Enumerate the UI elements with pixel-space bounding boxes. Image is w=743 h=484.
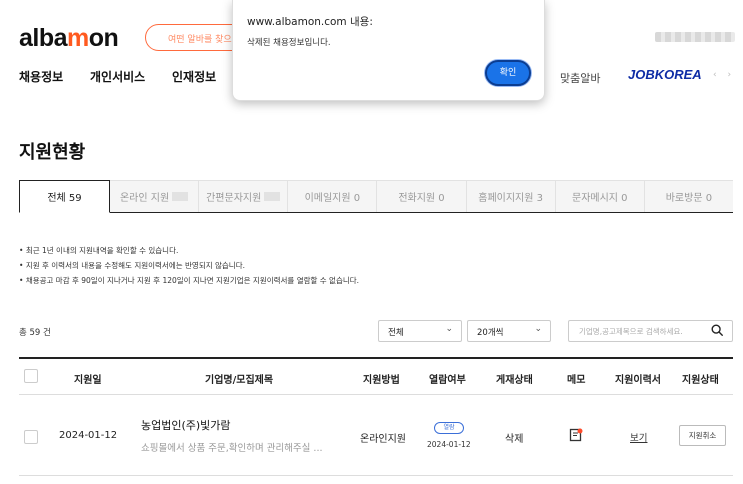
notice-item: 지원 후 이력서의 내용을 수정해도 지원이력서에는 반영되지 않습니다.	[19, 258, 359, 273]
alert-dialog: www.albamon.com 내용: 삭제된 채용정보입니다. 확인	[232, 0, 545, 101]
header-company: 기업명/모집제목	[205, 375, 274, 386]
tab-label: 간편문자지원	[206, 193, 262, 204]
tab-all[interactable]: 전체 59	[19, 180, 110, 213]
tab-email[interactable]: 이메일지원 0	[288, 180, 378, 212]
notice-list: 최근 1년 이내의 지원내역을 확인할 수 있습니다. 지원 후 이력서의 내용…	[19, 243, 359, 288]
tab-label: 전화지원 0	[398, 193, 445, 204]
memo-icon[interactable]	[569, 428, 583, 442]
tab-visit[interactable]: 바로방문 0	[644, 180, 733, 212]
search-icon[interactable]	[710, 323, 724, 337]
jobkorea-logo[interactable]: JOBKOREA	[628, 67, 702, 82]
table-header: 지원일 기업명/모집제목 지원방법 열람여부 게재상태 메모 지원이력서 지원상…	[19, 357, 733, 395]
nav-personal-services[interactable]: 개인서비스	[90, 68, 145, 85]
dialog-ok-button[interactable]: 확인	[485, 60, 531, 86]
header-date: 지원일	[74, 375, 102, 386]
tab-phone[interactable]: 전화지원 0	[377, 180, 467, 212]
posting-status: 삭제	[505, 434, 524, 445]
page-size-selected-value: 20개씩	[477, 328, 504, 338]
header-posting-status: 게재상태	[496, 375, 533, 386]
tab-label: 전체 59	[47, 193, 82, 204]
carousel-arrows-icon[interactable]: ‹ ›	[713, 70, 735, 80]
select-all-checkbox[interactable]	[24, 369, 38, 383]
dialog-title: www.albamon.com 내용:	[247, 16, 373, 28]
header-memo: 메모	[567, 375, 586, 386]
nav-custom-jobs[interactable]: 맞춤알바	[560, 70, 600, 86]
filter-select[interactable]: 전체 ⌄	[378, 320, 462, 342]
resume-view-link[interactable]: 보기	[630, 430, 647, 444]
header-status: 지원상태	[682, 375, 719, 386]
header-resume: 지원이력서	[615, 375, 661, 386]
apply-date: 2024-01-12	[59, 430, 118, 441]
row-checkbox[interactable]	[24, 430, 38, 444]
tab-text-message[interactable]: 문자메시지 0	[555, 180, 645, 212]
notice-item: 최근 1년 이내의 지원내역을 확인할 수 있습니다.	[19, 243, 359, 258]
search-placeholder: 기업명,공고제목으로 검색하세요.	[579, 327, 683, 336]
apply-method: 온라인지원	[360, 434, 406, 445]
dialog-message: 삭제된 채용정보입니다.	[247, 38, 331, 48]
application-tabs: 전체 59 온라인 지원 간편문자지원 이메일지원 0 전화지원 0 홈페이지지…	[19, 180, 733, 213]
tab-label: 바로방문 0	[665, 193, 713, 204]
read-badge: 열람	[434, 422, 464, 434]
albamon-logo[interactable]: albamon	[19, 24, 119, 53]
redacted-count	[264, 192, 281, 201]
header-method: 지원방법	[363, 375, 400, 386]
tab-label: 문자메시지 0	[572, 193, 628, 204]
notice-item: 채용공고 마감 후 90일이 지나거나 지원 후 120일이 지나면 지원기업은…	[19, 273, 359, 288]
nav-jobs[interactable]: 채용정보	[19, 68, 63, 85]
tab-sms-apply[interactable]: 간편문자지원	[199, 180, 289, 212]
cancel-application-button[interactable]: 지원취소	[679, 425, 726, 446]
nav-talent[interactable]: 인재정보	[172, 68, 216, 85]
tab-label: 온라인 지원	[119, 193, 170, 204]
tab-label: 이메일지원 0	[304, 193, 361, 204]
chevron-down-icon: ⌄	[534, 324, 542, 334]
filter-selected-value: 전체	[388, 328, 404, 338]
tab-homepage[interactable]: 홈페이지지원 3	[466, 180, 556, 212]
read-date: 2024-01-12	[427, 440, 471, 449]
application-search-input[interactable]: 기업명,공고제목으로 검색하세요.	[568, 320, 733, 342]
company-name[interactable]: 농업법인(주)빛가람	[141, 417, 231, 433]
table-row: 2024-01-12 농업법인(주)빛가람 쇼핑몰에서 상품 주문,확인하며 관…	[19, 396, 733, 476]
tab-label: 홈페이지지원 3	[478, 193, 543, 204]
page-size-select[interactable]: 20개씩 ⌄	[467, 320, 551, 342]
page-title: 지원현황	[19, 142, 86, 163]
redacted-count	[172, 192, 189, 201]
total-count: 총 59 건	[19, 328, 51, 338]
user-account-redacted[interactable]	[655, 32, 735, 42]
job-title[interactable]: 쇼핑몰에서 상품 주문,확인하며 관리해주실 ...	[141, 440, 322, 454]
header-read: 열람여부	[429, 375, 466, 386]
chevron-down-icon: ⌄	[445, 324, 453, 334]
tab-online[interactable]: 온라인 지원	[110, 180, 200, 212]
